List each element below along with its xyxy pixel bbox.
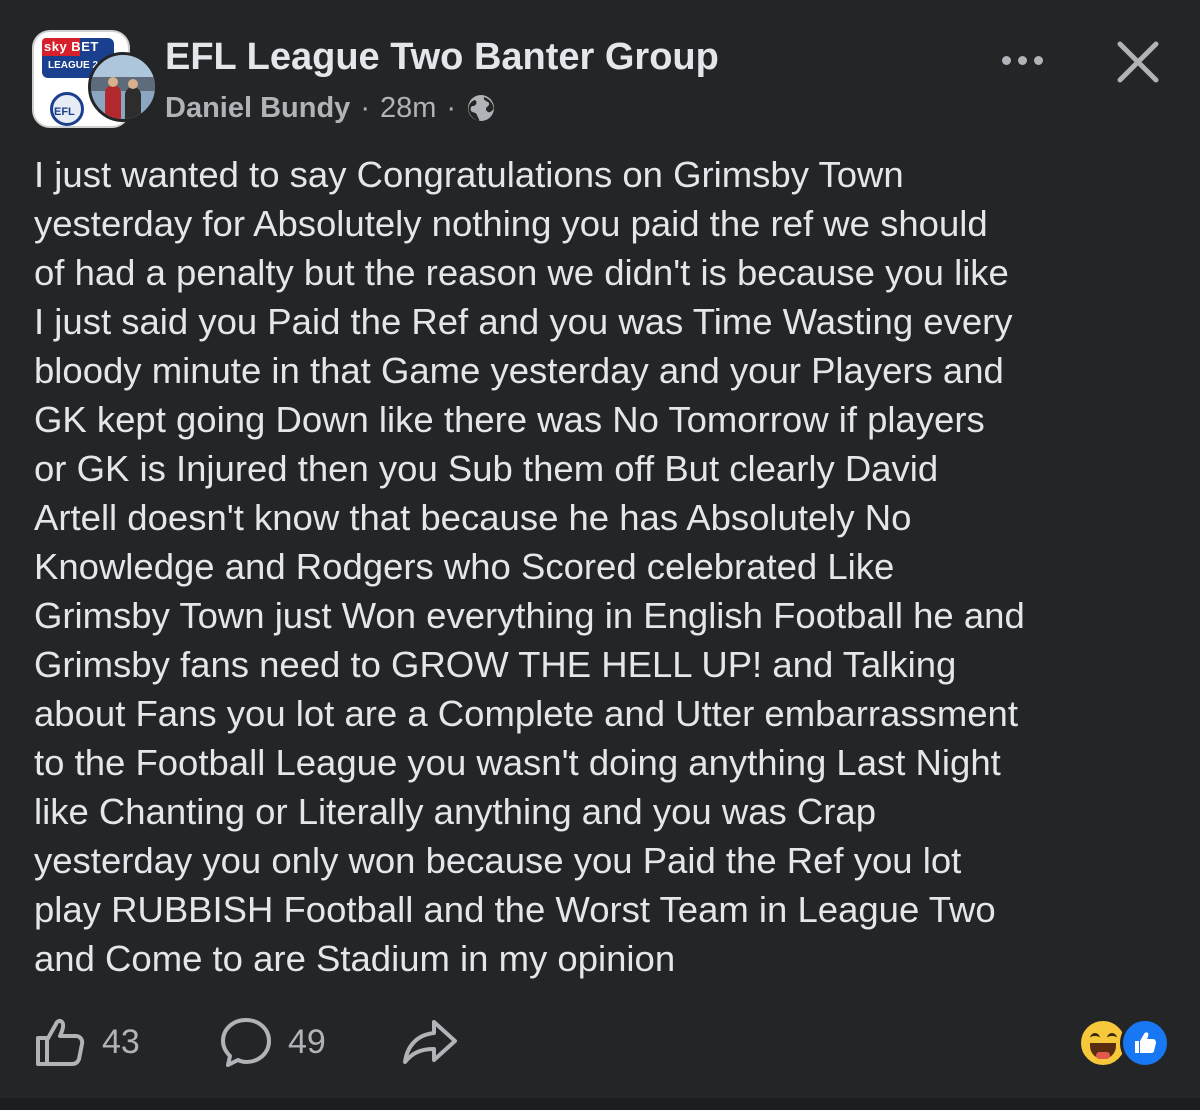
more-options-button[interactable] [994,40,1050,80]
author-name[interactable]: Daniel Bundy [165,92,350,125]
more-dots-icon [1001,55,1011,65]
thumbs-up-icon [1135,1032,1156,1053]
avatar-person-head [128,79,138,89]
more-dots-icon [1033,55,1043,65]
share-button[interactable] [400,1010,460,1074]
group-name[interactable]: EFL League Two Banter Group [165,36,719,79]
efl-badge-text: EFL [54,106,75,118]
author-avatar[interactable] [88,52,158,122]
haha-eye [1107,1033,1117,1042]
like-count: 43 [102,1022,140,1061]
avatar-stand [91,77,155,91]
comment-bubble-icon [221,1018,271,1067]
post-bottom-divider [0,1098,1200,1110]
close-icon [1117,41,1159,83]
meta-separator: · [446,91,457,124]
avatar-person-head [108,77,118,87]
post-time[interactable]: 28m [380,92,436,125]
haha-eye [1090,1033,1100,1042]
post-body-text: I just wanted to say Congratulations on … [34,154,1025,979]
close-button[interactable] [1110,34,1166,90]
comment-count: 49 [288,1022,326,1061]
sky-bet-logo-text: sky BET [44,39,99,54]
post-meta: Daniel Bundy · 28m · [165,88,496,128]
haha-tongue [1096,1052,1110,1059]
more-dots-icon [1017,55,1027,65]
post-actions-bar: 43 49 [0,1010,1200,1074]
share-arrow-icon [403,1020,457,1064]
like-reaction-icon [1120,1018,1170,1068]
meta-separator: · [360,91,370,124]
avatar-person [125,87,141,119]
globe-icon [466,93,496,123]
reaction-summary[interactable] [1076,1016,1172,1072]
thumbs-up-icon [36,1018,85,1066]
like-button[interactable]: 43 [32,1010,140,1074]
avatar-person [105,85,121,119]
comment-button[interactable]: 49 [218,1010,326,1074]
post-header: sky BET LEAGUE 2 EFL EFL League Two Bant… [0,0,1200,140]
